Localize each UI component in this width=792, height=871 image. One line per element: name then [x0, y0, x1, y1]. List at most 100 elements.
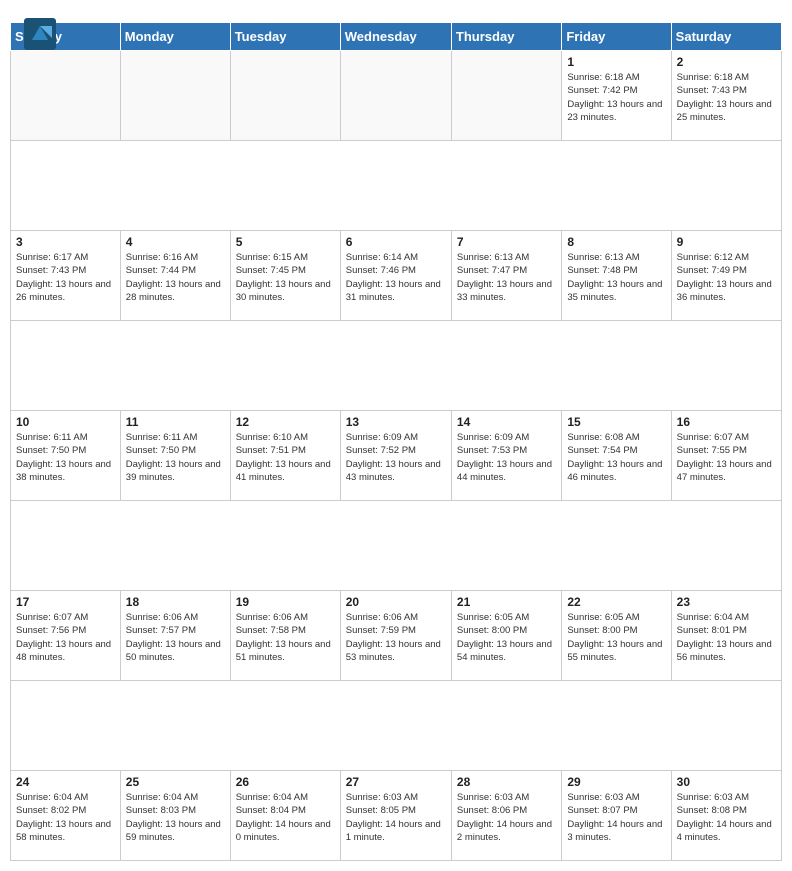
logo-icon — [24, 18, 56, 50]
day-number: 8 — [567, 235, 665, 249]
calendar-cell — [11, 51, 121, 141]
calendar-table: Sunday Monday Tuesday Wednesday Thursday… — [10, 22, 782, 861]
week-separator — [11, 141, 782, 231]
day-info: Sunrise: 6:16 AM Sunset: 7:44 PM Dayligh… — [126, 251, 225, 304]
header-tuesday: Tuesday — [230, 23, 340, 51]
day-info: Sunrise: 6:17 AM Sunset: 7:43 PM Dayligh… — [16, 251, 115, 304]
header-friday: Friday — [562, 23, 671, 51]
day-info: Sunrise: 6:06 AM Sunset: 7:59 PM Dayligh… — [346, 611, 446, 664]
calendar-week-row: 10 Sunrise: 6:11 AM Sunset: 7:50 PM Dayli… — [11, 411, 782, 501]
day-info: Sunrise: 6:07 AM Sunset: 7:56 PM Dayligh… — [16, 611, 115, 664]
calendar-cell: 14 Sunrise: 6:09 AM Sunset: 7:53 PM Dayli… — [451, 411, 561, 501]
day-info: Sunrise: 6:10 AM Sunset: 7:51 PM Dayligh… — [236, 431, 335, 484]
day-number: 15 — [567, 415, 665, 429]
calendar-cell: 22 Sunrise: 6:05 AM Sunset: 8:00 PM Dayli… — [562, 591, 671, 681]
day-number: 10 — [16, 415, 115, 429]
header-wednesday: Wednesday — [340, 23, 451, 51]
calendar-cell: 27 Sunrise: 6:03 AM Sunset: 8:05 PM Dayli… — [340, 771, 451, 861]
calendar-cell — [120, 51, 230, 141]
header-monday: Monday — [120, 23, 230, 51]
calendar-cell: 13Sunrise: 6:09 AM Sunset: 7:52 PM Dayli… — [340, 411, 451, 501]
page-header — [0, 0, 792, 22]
calendar-cell: 21 Sunrise: 6:05 AM Sunset: 8:00 PM Dayli… — [451, 591, 561, 681]
calendar-cell: 9Sunrise: 6:12 AM Sunset: 7:49 PM Daylig… — [671, 231, 781, 321]
day-info: Sunrise: 6:18 AM Sunset: 7:43 PM Dayligh… — [677, 71, 776, 124]
calendar-cell — [230, 51, 340, 141]
calendar-week-row: 17Sunrise: 6:07 AM Sunset: 7:56 PM Dayli… — [11, 591, 782, 681]
day-info: Sunrise: 6:08 AM Sunset: 7:54 PM Dayligh… — [567, 431, 665, 484]
day-number: 24 — [16, 775, 115, 789]
calendar-cell: 16Sunrise: 6:07 AM Sunset: 7:55 PM Dayli… — [671, 411, 781, 501]
day-number: 29 — [567, 775, 665, 789]
week-separator — [11, 681, 782, 771]
week-separator — [11, 321, 782, 411]
day-info: Sunrise: 6:05 AM Sunset: 8:00 PM Dayligh… — [567, 611, 665, 664]
day-info: Sunrise: 6:12 AM Sunset: 7:49 PM Dayligh… — [677, 251, 776, 304]
calendar-container: Sunday Monday Tuesday Wednesday Thursday… — [0, 22, 792, 871]
day-number: 22 — [567, 595, 665, 609]
day-number: 20 — [346, 595, 446, 609]
calendar-cell — [340, 51, 451, 141]
day-number: 6 — [346, 235, 446, 249]
day-info: Sunrise: 6:09 AM Sunset: 7:53 PM Dayligh… — [457, 431, 556, 484]
day-number: 27 — [346, 775, 446, 789]
day-info: Sunrise: 6:03 AM Sunset: 8:05 PM Dayligh… — [346, 791, 446, 844]
calendar-week-row: 1Sunrise: 6:18 AM Sunset: 7:42 PM Daylig… — [11, 51, 782, 141]
calendar-cell: 29 Sunrise: 6:03 AM Sunset: 8:07 PM Dayli… — [562, 771, 671, 861]
day-number: 7 — [457, 235, 556, 249]
calendar-cell: 2 Sunrise: 6:18 AM Sunset: 7:43 PM Daylig… — [671, 51, 781, 141]
calendar-cell: 11 Sunrise: 6:11 AM Sunset: 7:50 PM Dayli… — [120, 411, 230, 501]
day-info: Sunrise: 6:11 AM Sunset: 7:50 PM Dayligh… — [126, 431, 225, 484]
calendar-cell: 6 Sunrise: 6:14 AM Sunset: 7:46 PM Daylig… — [340, 231, 451, 321]
calendar-cell: 12 Sunrise: 6:10 AM Sunset: 7:51 PM Dayli… — [230, 411, 340, 501]
calendar-cell: 25 Sunrise: 6:04 AM Sunset: 8:03 PM Dayli… — [120, 771, 230, 861]
calendar-cell: 28 Sunrise: 6:03 AM Sunset: 8:06 PM Dayli… — [451, 771, 561, 861]
calendar-cell: 20 Sunrise: 6:06 AM Sunset: 7:59 PM Dayli… — [340, 591, 451, 681]
header-thursday: Thursday — [451, 23, 561, 51]
calendar-cell: 7 Sunrise: 6:13 AM Sunset: 7:47 PM Daylig… — [451, 231, 561, 321]
day-number: 2 — [677, 55, 776, 69]
day-number: 5 — [236, 235, 335, 249]
day-number: 14 — [457, 415, 556, 429]
day-number: 30 — [677, 775, 776, 789]
day-number: 18 — [126, 595, 225, 609]
header-saturday: Saturday — [671, 23, 781, 51]
calendar-cell: 10 Sunrise: 6:11 AM Sunset: 7:50 PM Dayli… — [11, 411, 121, 501]
day-info: Sunrise: 6:04 AM Sunset: 8:01 PM Dayligh… — [677, 611, 776, 664]
calendar-cell: 23Sunrise: 6:04 AM Sunset: 8:01 PM Dayli… — [671, 591, 781, 681]
day-number: 28 — [457, 775, 556, 789]
day-info: Sunrise: 6:03 AM Sunset: 8:08 PM Dayligh… — [677, 791, 776, 844]
calendar-week-row: 3 Sunrise: 6:17 AM Sunset: 7:43 PM Daylig… — [11, 231, 782, 321]
day-info: Sunrise: 6:05 AM Sunset: 8:00 PM Dayligh… — [457, 611, 556, 664]
calendar-header-row: Sunday Monday Tuesday Wednesday Thursday… — [11, 23, 782, 51]
calendar-cell: 5 Sunrise: 6:15 AM Sunset: 7:45 PM Daylig… — [230, 231, 340, 321]
calendar-cell: 1Sunrise: 6:18 AM Sunset: 7:42 PM Daylig… — [562, 51, 671, 141]
day-number: 25 — [126, 775, 225, 789]
calendar-cell — [451, 51, 561, 141]
day-info: Sunrise: 6:14 AM Sunset: 7:46 PM Dayligh… — [346, 251, 446, 304]
day-number: 3 — [16, 235, 115, 249]
calendar-cell: 24Sunrise: 6:04 AM Sunset: 8:02 PM Dayli… — [11, 771, 121, 861]
day-number: 12 — [236, 415, 335, 429]
calendar-cell: 3 Sunrise: 6:17 AM Sunset: 7:43 PM Daylig… — [11, 231, 121, 321]
day-number: 21 — [457, 595, 556, 609]
calendar-cell: 26Sunrise: 6:04 AM Sunset: 8:04 PM Dayli… — [230, 771, 340, 861]
day-info: Sunrise: 6:13 AM Sunset: 7:47 PM Dayligh… — [457, 251, 556, 304]
day-info: Sunrise: 6:03 AM Sunset: 8:06 PM Dayligh… — [457, 791, 556, 844]
day-number: 11 — [126, 415, 225, 429]
calendar-cell: 18Sunrise: 6:06 AM Sunset: 7:57 PM Dayli… — [120, 591, 230, 681]
calendar-cell: 8 Sunrise: 6:13 AM Sunset: 7:48 PM Daylig… — [562, 231, 671, 321]
calendar-cell: 17Sunrise: 6:07 AM Sunset: 7:56 PM Dayli… — [11, 591, 121, 681]
calendar-cell: 15 Sunrise: 6:08 AM Sunset: 7:54 PM Dayli… — [562, 411, 671, 501]
day-number: 4 — [126, 235, 225, 249]
day-number: 1 — [567, 55, 665, 69]
day-number: 13 — [346, 415, 446, 429]
day-info: Sunrise: 6:11 AM Sunset: 7:50 PM Dayligh… — [16, 431, 115, 484]
calendar-week-row: 24Sunrise: 6:04 AM Sunset: 8:02 PM Dayli… — [11, 771, 782, 861]
day-info: Sunrise: 6:13 AM Sunset: 7:48 PM Dayligh… — [567, 251, 665, 304]
calendar-cell: 30 Sunrise: 6:03 AM Sunset: 8:08 PM Dayli… — [671, 771, 781, 861]
day-info: Sunrise: 6:03 AM Sunset: 8:07 PM Dayligh… — [567, 791, 665, 844]
day-info: Sunrise: 6:15 AM Sunset: 7:45 PM Dayligh… — [236, 251, 335, 304]
day-info: Sunrise: 6:04 AM Sunset: 8:04 PM Dayligh… — [236, 791, 335, 844]
day-info: Sunrise: 6:04 AM Sunset: 8:03 PM Dayligh… — [126, 791, 225, 844]
